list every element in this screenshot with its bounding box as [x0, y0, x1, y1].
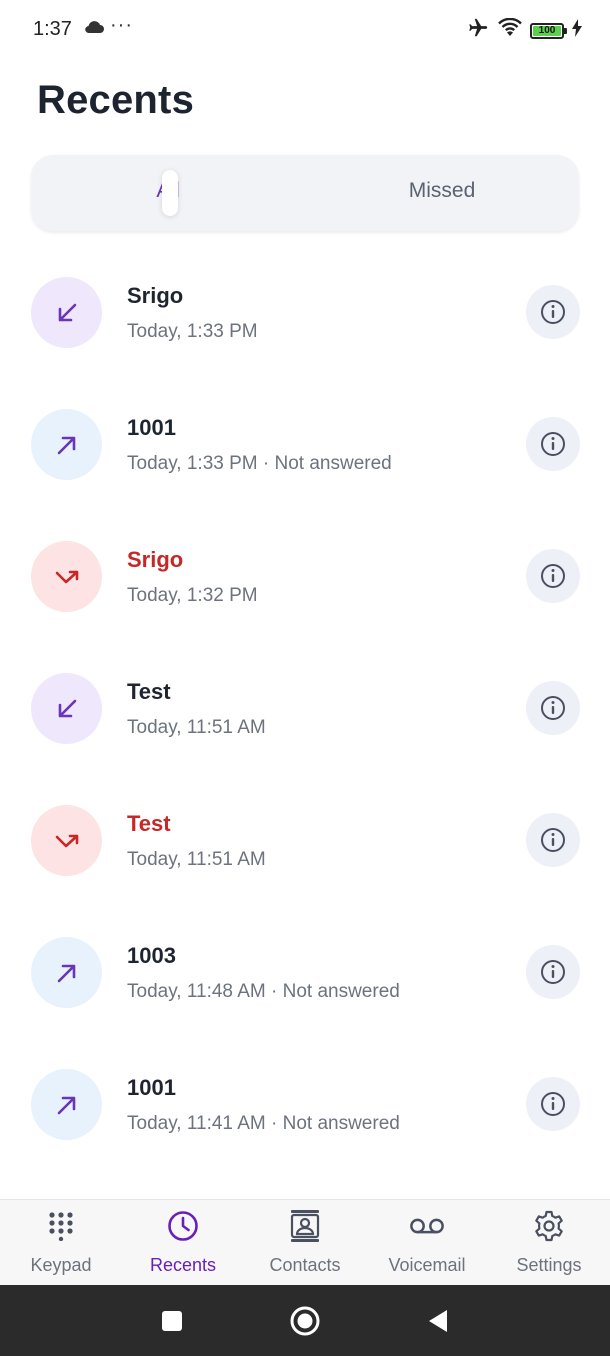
page-title: Recents: [37, 78, 195, 122]
recents-square-button[interactable]: [154, 1303, 190, 1339]
status-bar: 1:37 ··· 100: [0, 0, 610, 60]
call-detail: Today, 1:32 PM: [127, 585, 258, 606]
nav-label: Contacts: [269, 1255, 341, 1275]
call-row[interactable]: Test Today, 11:51 AM: [0, 777, 610, 909]
clock-icon: [165, 1210, 201, 1242]
nav-label: Voicemail: [388, 1255, 466, 1275]
call-list: Srigo Today, 1:33 PM 1001 Today, 1:33 PM…: [0, 249, 610, 1173]
call-row[interactable]: Srigo Today, 1:32 PM: [0, 513, 610, 645]
back-button[interactable]: [420, 1303, 456, 1339]
outgoing-call-icon: [31, 937, 102, 1008]
call-row[interactable]: 1003 Today, 11:48 AM · Not answered: [0, 909, 610, 1041]
call-row[interactable]: 1001 Today, 1:33 PM · Not answered: [0, 381, 610, 513]
nav-label: Settings: [516, 1255, 582, 1275]
info-button[interactable]: [526, 549, 580, 603]
battery-level: 100: [538, 25, 556, 36]
nav-recents[interactable]: Recents: [122, 1200, 244, 1286]
missed-call-icon: [31, 805, 102, 876]
call-detail: Today, 1:33 PM · Not answered: [127, 453, 392, 474]
info-button[interactable]: [526, 813, 580, 867]
square-icon: [162, 1311, 182, 1331]
voicemail-icon: [409, 1210, 445, 1242]
info-icon: [541, 828, 565, 852]
bottom-nav: Keypad Recents Contacts Voicemail Settin…: [0, 1199, 610, 1285]
contacts-icon: [287, 1210, 323, 1242]
keypad-icon: [43, 1210, 79, 1242]
call-detail: Today, 11:51 AM: [127, 717, 266, 738]
info-icon: [541, 696, 565, 720]
tab-missed[interactable]: Missed: [305, 155, 579, 227]
nav-label: Keypad: [30, 1255, 92, 1275]
call-detail: Today, 1:33 PM: [127, 321, 258, 342]
home-circle-icon: [290, 1306, 320, 1336]
missed-call-icon: [31, 541, 102, 612]
call-row[interactable]: Srigo Today, 1:33 PM: [0, 249, 610, 381]
info-button[interactable]: [526, 417, 580, 471]
back-triangle-icon: [429, 1310, 447, 1332]
caller-name: Srigo: [127, 283, 184, 308]
caller-name: Test: [127, 811, 171, 836]
nav-contacts[interactable]: Contacts: [244, 1200, 366, 1286]
wifi-icon: [498, 17, 522, 43]
home-button[interactable]: [287, 1303, 323, 1339]
outgoing-call-icon: [31, 409, 102, 480]
filter-tabs: All Missed: [31, 155, 579, 231]
caller-name: Srigo: [127, 547, 184, 572]
info-button[interactable]: [526, 285, 580, 339]
battery-icon: 100: [530, 22, 567, 39]
info-icon: [541, 1092, 565, 1116]
info-icon: [541, 300, 565, 324]
incoming-call-icon: [31, 673, 102, 744]
airplane-icon: [466, 17, 490, 44]
call-detail: Today, 11:41 AM · Not answered: [127, 1113, 400, 1134]
call-row[interactable]: Test Today, 11:51 AM: [0, 645, 610, 777]
status-time: 1:37: [33, 18, 72, 40]
caller-name: 1001: [127, 415, 176, 440]
nav-voicemail[interactable]: Voicemail: [366, 1200, 488, 1286]
caller-name: 1003: [127, 943, 176, 968]
info-icon: [541, 432, 565, 456]
call-detail: Today, 11:48 AM · Not answered: [127, 981, 400, 1002]
gear-icon: [531, 1210, 567, 1242]
system-nav-bar: [0, 1285, 610, 1356]
nav-label: Recents: [149, 1255, 217, 1275]
outgoing-call-icon: [31, 1069, 102, 1140]
incoming-call-icon: [31, 277, 102, 348]
tab-active-indicator: [162, 170, 178, 216]
info-icon: [541, 564, 565, 588]
nav-settings[interactable]: Settings: [488, 1200, 610, 1286]
call-row[interactable]: 1001 Today, 11:41 AM · Not answered: [0, 1041, 610, 1173]
caller-name: 1001: [127, 1075, 176, 1100]
info-icon: [541, 960, 565, 984]
status-more-dots: ···: [110, 14, 133, 36]
call-detail: Today, 11:51 AM: [127, 849, 266, 870]
info-button[interactable]: [526, 1077, 580, 1131]
info-button[interactable]: [526, 681, 580, 735]
nav-keypad[interactable]: Keypad: [0, 1200, 122, 1286]
info-button[interactable]: [526, 945, 580, 999]
caller-name: Test: [127, 679, 171, 704]
charging-icon: [572, 19, 582, 42]
cloud-icon: [84, 20, 104, 39]
